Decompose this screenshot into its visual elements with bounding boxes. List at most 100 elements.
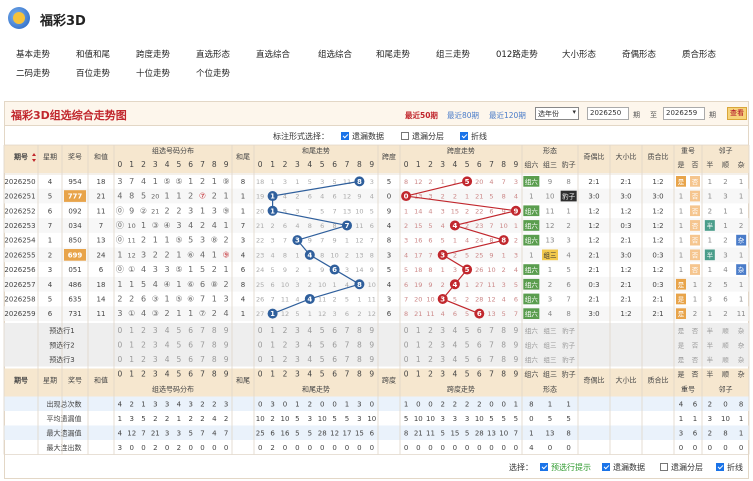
footer-option-layer[interactable]: 遗漏分层 — [660, 462, 703, 473]
digit-header: 0 — [258, 370, 263, 379]
span-trend-cell: 12 — [414, 178, 422, 186]
checkbox-icon[interactable] — [602, 463, 610, 471]
tail-trend-cell: 1 — [308, 266, 312, 274]
tail-trend-cell: 4 — [370, 193, 374, 201]
tail-trend-cell: 24 — [256, 266, 264, 274]
footer-option-polyline[interactable]: 折线 — [716, 462, 743, 473]
checkbox-icon[interactable] — [660, 463, 668, 471]
preselect-cell: 7 — [200, 340, 205, 349]
shape-cell: 5 — [566, 266, 570, 274]
dist-cell: 4 — [141, 309, 146, 318]
table-header — [4, 145, 749, 173]
stats-cell: 0 — [308, 444, 312, 452]
span-hit-label: 9 — [513, 207, 518, 215]
dist-cell: 1 — [165, 192, 170, 201]
dist-cell: ⑨ — [223, 206, 230, 215]
checkbox-icon[interactable] — [716, 463, 724, 471]
preselect-cell: 3 — [295, 355, 300, 364]
repeat-cell: 否 — [692, 237, 699, 245]
stats-cell: 0 — [283, 400, 287, 408]
footer-option-missing[interactable]: 遗漏数据 — [602, 462, 645, 473]
stats-row-bg — [4, 425, 749, 440]
stats-cell: 0 — [416, 400, 420, 408]
digit-header: 9 — [369, 160, 374, 169]
stats-cell: 1 — [295, 400, 299, 408]
pair-cell: 6 — [723, 295, 728, 303]
pair-cell: 1 — [739, 193, 743, 201]
preselect-cell: 半 — [707, 326, 714, 335]
dist-cell: 4 — [141, 265, 146, 274]
preselect-cell: 1 — [270, 326, 275, 335]
span-cell: 3 — [387, 251, 391, 259]
shape-cell: 组六 — [525, 206, 539, 215]
stats-cell: 2 — [153, 415, 157, 423]
stats-cell: 0 — [320, 400, 324, 408]
tail-trend-cell: 4 — [320, 193, 324, 201]
stats-cell: 5 — [489, 415, 493, 423]
dist-cell: 1 — [141, 221, 146, 230]
preselect-cell: 顺 — [722, 341, 729, 349]
odd-even-cell: 1:2 — [588, 237, 599, 245]
preselect-cell: 4 — [307, 355, 312, 364]
checkbox-icon[interactable] — [540, 463, 548, 471]
span-trend-cell: 1 — [404, 207, 408, 215]
preselect-cell: 否 — [692, 341, 699, 349]
sum-cell: 13 — [97, 237, 106, 245]
tail-hit-label: 3 — [295, 237, 300, 245]
digit-header: 9 — [224, 160, 229, 169]
stats-cell: 10 — [367, 415, 376, 423]
stats-cell: 0 — [514, 444, 518, 452]
dist-cell: ⑥ — [187, 250, 194, 259]
tail-trend-cell: 6 — [370, 222, 374, 230]
table-row-bg — [4, 188, 749, 204]
stats-cell: 0 — [501, 400, 505, 408]
stats-label: 最大遗漏值 — [47, 428, 82, 437]
stats-cell: 0 — [477, 444, 481, 452]
column-header: 大小比 — [616, 376, 637, 385]
dist-cell: 1 — [165, 294, 170, 303]
dist-cell: 1 — [117, 280, 122, 289]
span-trend-cell: 2 — [465, 207, 469, 215]
repeat-cell: 1 — [679, 237, 683, 245]
tail-trend-cell: 2 — [308, 281, 312, 289]
digit-header: 8 — [357, 370, 362, 379]
stats-cell: 2 — [308, 400, 312, 408]
repeat-cell: 是 — [678, 295, 685, 303]
dist-cell: ② — [140, 206, 147, 215]
digit-header: 4 — [307, 370, 312, 379]
week-cell: 6 — [48, 310, 53, 318]
footer-option-preselect[interactable]: 预选行提示 — [540, 462, 591, 473]
stats-cell: 0 — [739, 444, 743, 452]
tail-trend-cell: 21 — [256, 222, 264, 230]
dist-cell: ⓪ — [116, 206, 124, 215]
span-trend-cell: 6 — [404, 281, 408, 289]
dist-cell: ③ — [152, 221, 159, 230]
dist-cell: 1 — [176, 192, 181, 201]
stats-cell: 10 — [721, 415, 730, 423]
tail-trend-cell: 9 — [370, 266, 374, 274]
stats-cell: 2 — [270, 415, 274, 423]
big-small-cell: 0:3 — [620, 222, 631, 230]
tail-cell: 1 — [241, 310, 245, 318]
column-header: 质合比 — [648, 152, 669, 161]
big-small-cell: 3:0 — [620, 193, 631, 201]
preselect-cell: 5 — [465, 340, 470, 349]
preselect-cell: 0 — [404, 340, 409, 349]
stats-cell: 5 — [465, 429, 469, 437]
stats-cell: 15 — [355, 429, 364, 437]
stats-cell: 7 — [514, 429, 518, 437]
stats-cell: 15 — [450, 429, 459, 437]
preselect-cell: 7 — [489, 340, 494, 349]
big-small-cell: 2:1 — [620, 178, 631, 186]
span-trend-cell: 26 — [475, 266, 483, 274]
week-cell: 2 — [48, 251, 52, 259]
shape-cell: 组六 — [525, 221, 539, 230]
span-trend-cell: 5 — [514, 281, 518, 289]
dist-cell: 3 — [153, 265, 158, 274]
big-small-cell: 2:1 — [620, 281, 631, 289]
preselect-cell: 组六 — [525, 355, 539, 364]
preselect-cell: 豹子 — [562, 340, 576, 349]
odd-even-cell: 2:1 — [588, 178, 599, 186]
span-trend-cell: 13 — [487, 310, 495, 318]
span-trend-cell: 24 — [475, 237, 483, 245]
